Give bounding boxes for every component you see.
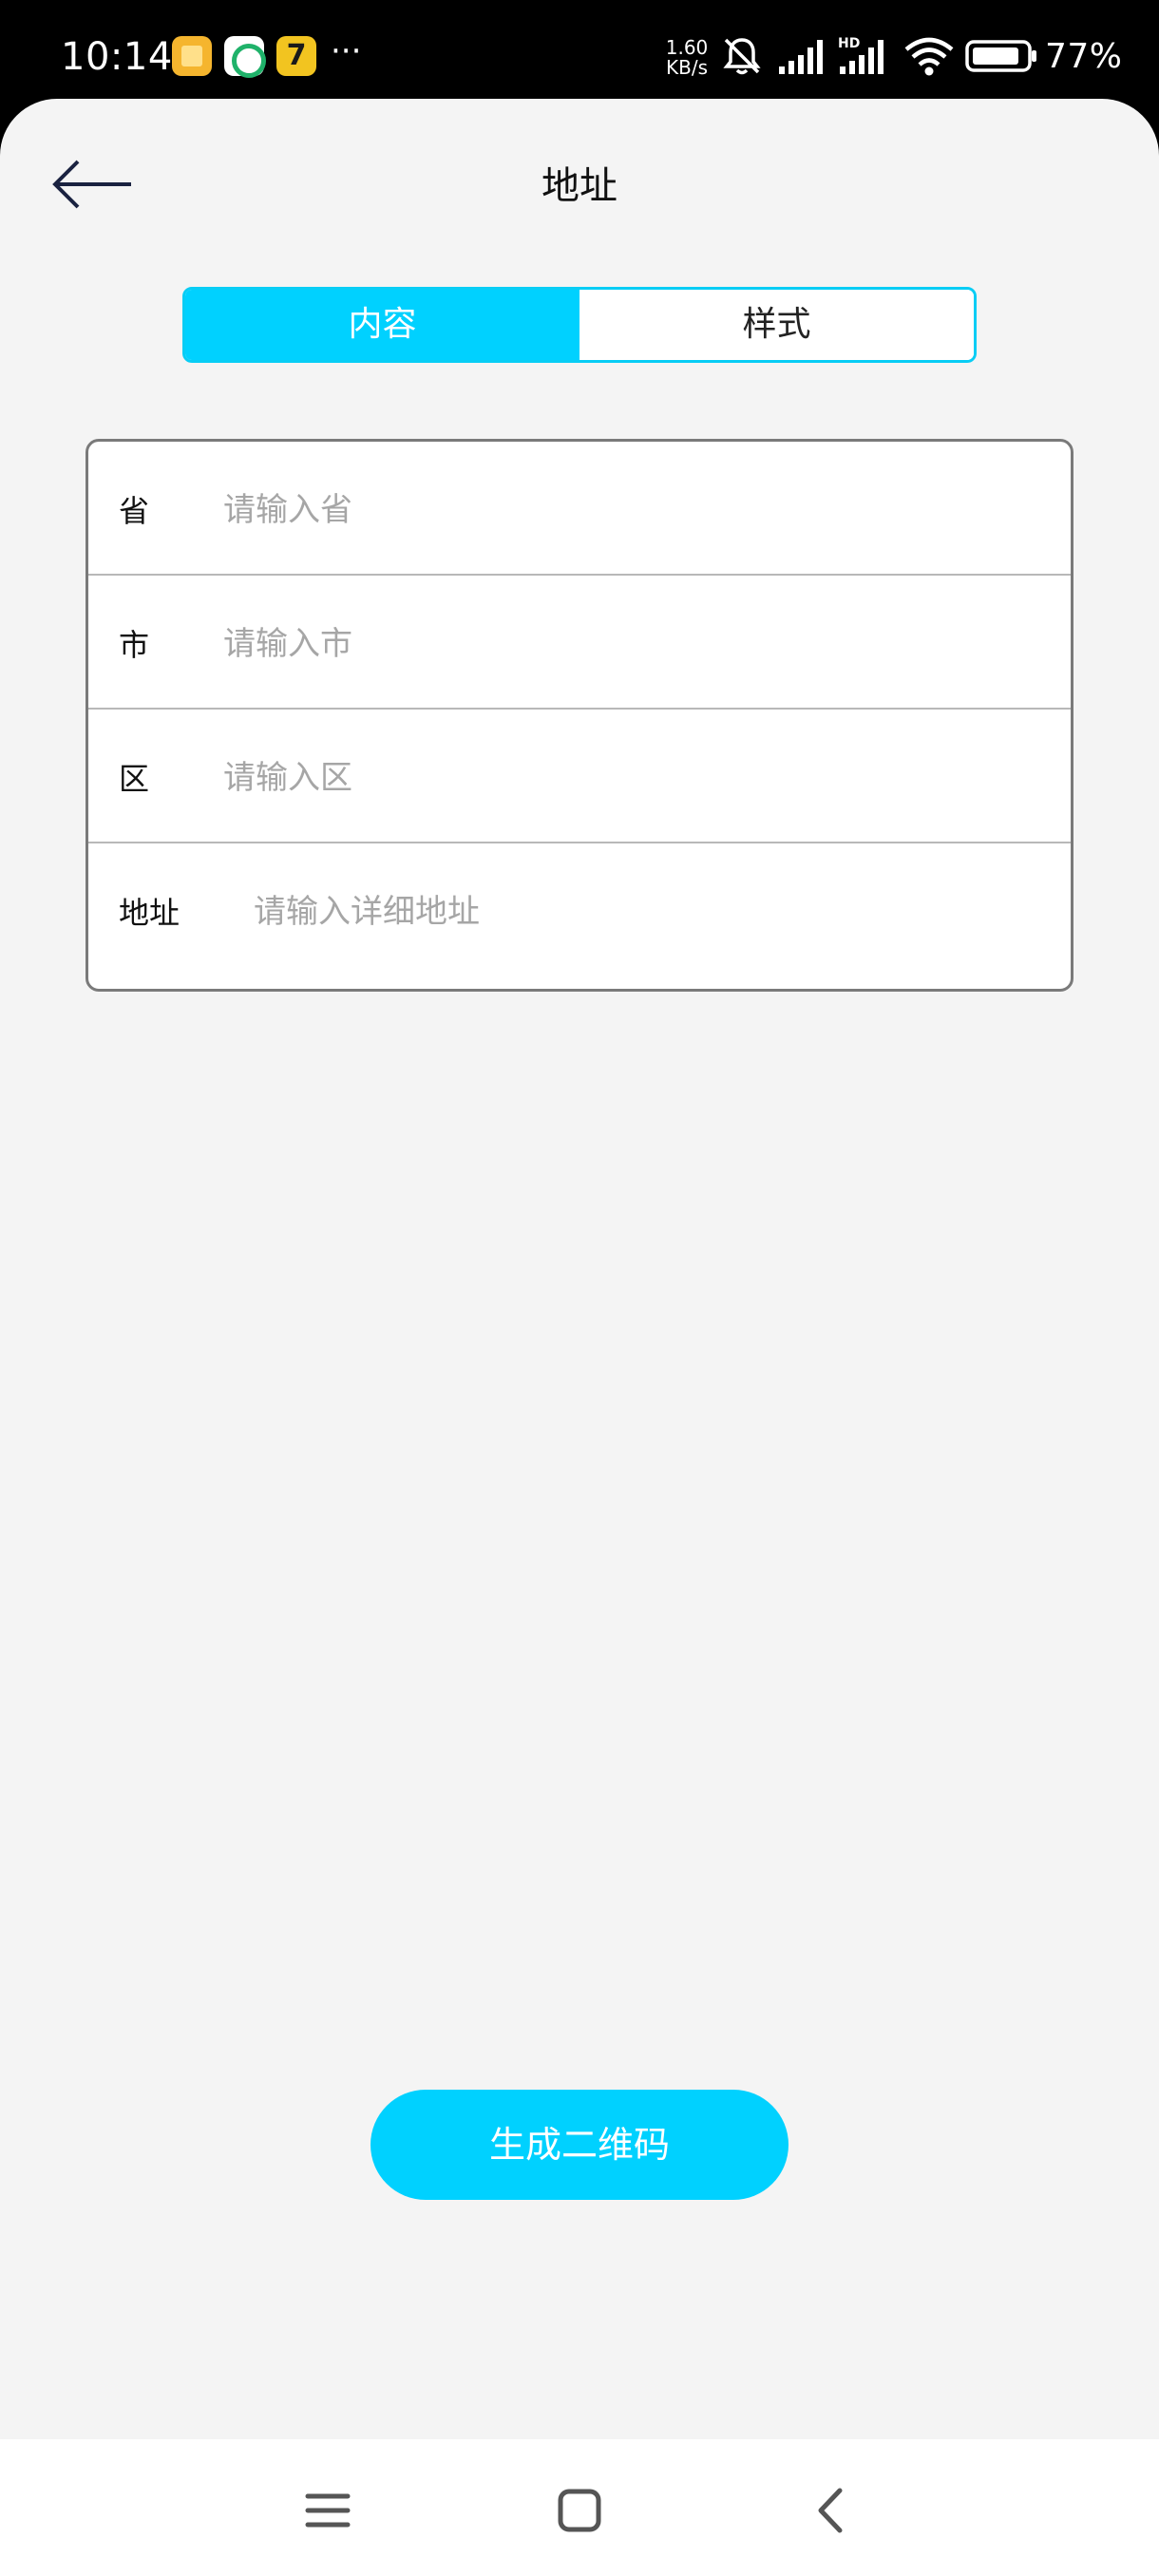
network-speed-unit: KB/s <box>666 56 708 79</box>
more-notifications-icon: ··· <box>331 32 362 70</box>
district-input[interactable] <box>223 749 1040 806</box>
green-app-icon <box>224 36 266 78</box>
address-form: 省 市 区 地址 <box>86 439 1074 992</box>
form-row-address: 地址 <box>88 843 1071 983</box>
system-nav-bar <box>0 2439 1159 2576</box>
address-label: 地址 <box>119 895 180 931</box>
city-label: 市 <box>119 627 150 663</box>
form-row-district: 区 <box>88 710 1071 843</box>
seven-app-icon <box>276 36 316 76</box>
svg-text:HD: HD <box>838 36 860 51</box>
status-time: 10:14 <box>61 35 173 79</box>
form-row-city: 市 <box>88 576 1071 710</box>
status-bar: 10:14 ··· 1.60 KB/s HD <box>0 0 1159 104</box>
province-label: 省 <box>119 493 150 529</box>
wifi-icon <box>904 37 954 76</box>
city-input[interactable] <box>223 616 1040 672</box>
network-speed: 1.60 KB/s <box>663 38 711 78</box>
network-speed-value: 1.60 <box>665 36 709 59</box>
page-title: 地址 <box>542 164 618 208</box>
tab-content[interactable]: 内容 <box>185 290 580 360</box>
hd-signal-icon: HD <box>838 36 884 74</box>
home-icon[interactable] <box>546 2477 613 2544</box>
nav-back-icon[interactable] <box>798 2477 864 2544</box>
menu-icon[interactable] <box>294 2477 361 2544</box>
battery-icon <box>965 40 1036 72</box>
signal-icon <box>779 40 823 74</box>
form-row-province: 省 <box>88 442 1071 576</box>
province-input[interactable] <box>223 482 1040 539</box>
address-page: 地址 内容 样式 省 市 区 地址 生成二维码 <box>0 99 1159 2439</box>
tab-style[interactable]: 样式 <box>580 290 974 360</box>
generate-qr-button[interactable]: 生成二维码 <box>370 2090 788 2200</box>
district-label: 区 <box>119 761 150 797</box>
mute-bell-icon <box>723 38 761 75</box>
battery-percent: 77% <box>1045 37 1123 76</box>
segment-control: 内容 样式 <box>182 287 977 363</box>
detail-address-input[interactable] <box>254 883 1042 940</box>
notes-app-icon <box>172 36 212 76</box>
